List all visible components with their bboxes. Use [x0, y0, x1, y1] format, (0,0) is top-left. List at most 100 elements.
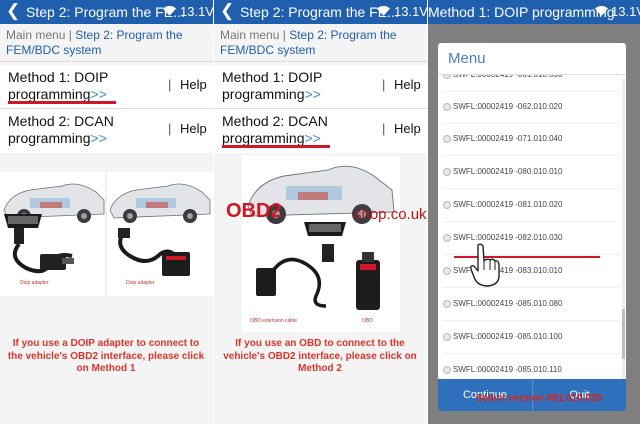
method-1-arrows: >>	[90, 86, 107, 102]
obd-label: OBD	[362, 318, 373, 324]
version-option-label: SWFL:00002419 -085.010.110	[453, 365, 562, 374]
version-option-label: SWFL:00002419 -085.010.080	[453, 299, 563, 308]
left-cable-label: Doip adapter	[20, 280, 49, 286]
status-bar: Method 1: DOIP programming 13.1V	[428, 0, 640, 24]
radio-button-icon[interactable]	[443, 167, 451, 176]
version-option[interactable]: SWFL:00002419 -062.010.020	[443, 97, 623, 117]
version-option[interactable]: SWFL:00002419 -085.010.080	[443, 294, 623, 314]
method-2-help-link[interactable]: Help	[180, 121, 207, 136]
option-divider	[443, 353, 619, 354]
help-separator: |	[382, 77, 386, 92]
method-1-label[interactable]: Method 1: DOIP programming>>	[222, 69, 372, 103]
doip-cable-right	[118, 228, 190, 276]
obd-device	[356, 252, 380, 310]
pointing-hand-icon	[470, 243, 500, 287]
version-option[interactable]: SWFL:00002419 -081.010.020	[443, 195, 623, 215]
version-option[interactable]: SWFL:00002419 -085.010.110	[443, 360, 623, 380]
method-1-help-link[interactable]: Help	[180, 77, 207, 92]
obd-cable-illustration: OBD extension cable OBD	[242, 156, 400, 332]
version-option-label: SWFL:00002419 -082.010.030	[453, 233, 563, 242]
radio-button-icon[interactable]	[443, 332, 451, 341]
voltage-readout: 13.1V	[611, 4, 640, 19]
option-divider	[443, 91, 619, 92]
method-1-highlight-underline	[8, 101, 116, 104]
obd-port-left	[4, 214, 42, 228]
version-option[interactable]: SWFL:00002419 -085.010.100	[443, 327, 623, 347]
version-option-label: SWFL:00002419 -062.010.020	[453, 102, 563, 111]
method-1-row[interactable]: Method 1: DOIP programming>> | Help	[214, 65, 427, 109]
screen-title: Step 2: Program the FE...	[240, 4, 399, 20]
breadcrumb-divider	[0, 61, 213, 62]
radio-button-icon[interactable]	[443, 365, 451, 374]
menu-title: Menu	[448, 50, 486, 67]
method-2-arrows: >>	[90, 130, 107, 146]
back-button[interactable]: ❮	[6, 1, 20, 21]
breadcrumb-main-menu[interactable]: Main menu	[6, 28, 65, 42]
version-select-screen: Method 1: DOIP programming 13.1V Menu SW…	[428, 0, 640, 424]
watermark-domain: shop.co.uk	[354, 206, 427, 223]
method-2-help-link[interactable]: Help	[394, 121, 421, 136]
method-1-label[interactable]: Method 1: DOIP programming>>	[8, 69, 158, 103]
breadcrumb-main-menu[interactable]: Main menu	[220, 28, 279, 42]
option-divider	[443, 188, 619, 189]
screen-title: Step 2: Program the FE...	[26, 4, 185, 20]
voltage-readout: 13.1V	[394, 4, 427, 19]
option-divider	[443, 320, 619, 321]
version-option-label: SWFL:00002419 -085.010.100	[453, 332, 563, 341]
doip-adapter-illustration: Doip adapter Doip adapter	[0, 172, 213, 296]
method-2-caption: If you use an OBD to connect to the vehi…	[223, 338, 417, 374]
wifi-icon	[376, 5, 391, 16]
radio-button-icon[interactable]	[443, 134, 451, 143]
radio-button-icon[interactable]	[443, 266, 451, 275]
radio-button-icon[interactable]	[443, 299, 451, 308]
breadcrumb-divider	[214, 61, 427, 62]
method-2-label[interactable]: Method 2: DCAN programming>>	[8, 113, 158, 147]
method-2-row[interactable]: Method 2: DCAN programming>> | Help	[0, 109, 213, 153]
radio-button-icon[interactable]	[443, 233, 451, 242]
option-divider	[443, 287, 619, 288]
version-option-label: SWFL:00002419 -071.010.040	[453, 134, 563, 143]
back-button[interactable]: ❮	[220, 1, 234, 21]
method-select-screen-2: ❮ Step 2: Program the FE... 13.1V Main m…	[214, 0, 427, 424]
scrollbar-thumb[interactable]	[622, 309, 625, 359]
method-2-arrows: >>	[304, 130, 321, 146]
method-2-label[interactable]: Method 2: DCAN programming>>	[222, 113, 372, 147]
menu-scrollbar[interactable]	[622, 79, 625, 379]
wifi-icon	[594, 5, 609, 16]
screen-title: Method 1: DOIP programming	[428, 4, 615, 20]
version-list[interactable]: SWFL:00002419 -061.010.030 SWFL:00002419 …	[438, 75, 626, 381]
version-option[interactable]: SWFL:00002419 -061.010.030	[443, 75, 623, 85]
version-option[interactable]: SWFL:00002419 -071.010.040	[443, 129, 623, 149]
method-1-arrows: >>	[304, 86, 321, 102]
method-1-help-link[interactable]: Help	[394, 77, 421, 92]
help-separator: |	[168, 77, 172, 92]
version-option[interactable]: SWFL:00002419 -080.010.010	[443, 162, 623, 182]
status-bar: ❮ Step 2: Program the FE... 13.1V	[0, 0, 213, 24]
watermark-brand: OBD2	[226, 200, 282, 222]
obd-extension-cable	[256, 244, 334, 308]
help-separator: |	[382, 121, 386, 136]
obd-port	[304, 222, 346, 236]
breadcrumb: Main menu | Step 2: Program the FEM/BDC …	[6, 28, 206, 58]
right-cable-label: Doip adapter	[126, 280, 155, 286]
breadcrumb: Main menu | Step 2: Program the FEM/BDC …	[220, 28, 420, 58]
version-option-label: SWFL:00002419 -080.010.010	[453, 167, 563, 176]
option-divider	[443, 155, 619, 156]
breadcrumb-separator: |	[282, 28, 286, 42]
method-1-caption: If you use a DOIP adapter to connect to …	[7, 338, 205, 374]
help-separator: |	[168, 121, 172, 136]
option-divider	[443, 123, 619, 124]
version-option-label: SWFL:00002419 -061.010.030	[453, 75, 562, 79]
annotation-note: Select version 081.010.020	[476, 393, 603, 404]
car-illustration-right	[109, 183, 211, 223]
radio-button-icon[interactable]	[443, 75, 451, 79]
ext-cable-label: OBD extension cable	[250, 318, 297, 324]
radio-button-icon[interactable]	[443, 200, 451, 209]
version-menu-dialog: Menu SWFL:00002419 -061.010.030SWFL:0000…	[438, 43, 626, 411]
status-bar: ❮ Step 2: Program the FE... 13.1V	[214, 0, 427, 24]
radio-button-icon[interactable]	[443, 102, 451, 111]
version-option-label: SWFL:00002419 -081.010.020	[453, 200, 563, 209]
breadcrumb-separator: |	[68, 28, 72, 42]
method-2-highlight-underline	[222, 145, 330, 148]
wifi-icon	[162, 5, 177, 16]
